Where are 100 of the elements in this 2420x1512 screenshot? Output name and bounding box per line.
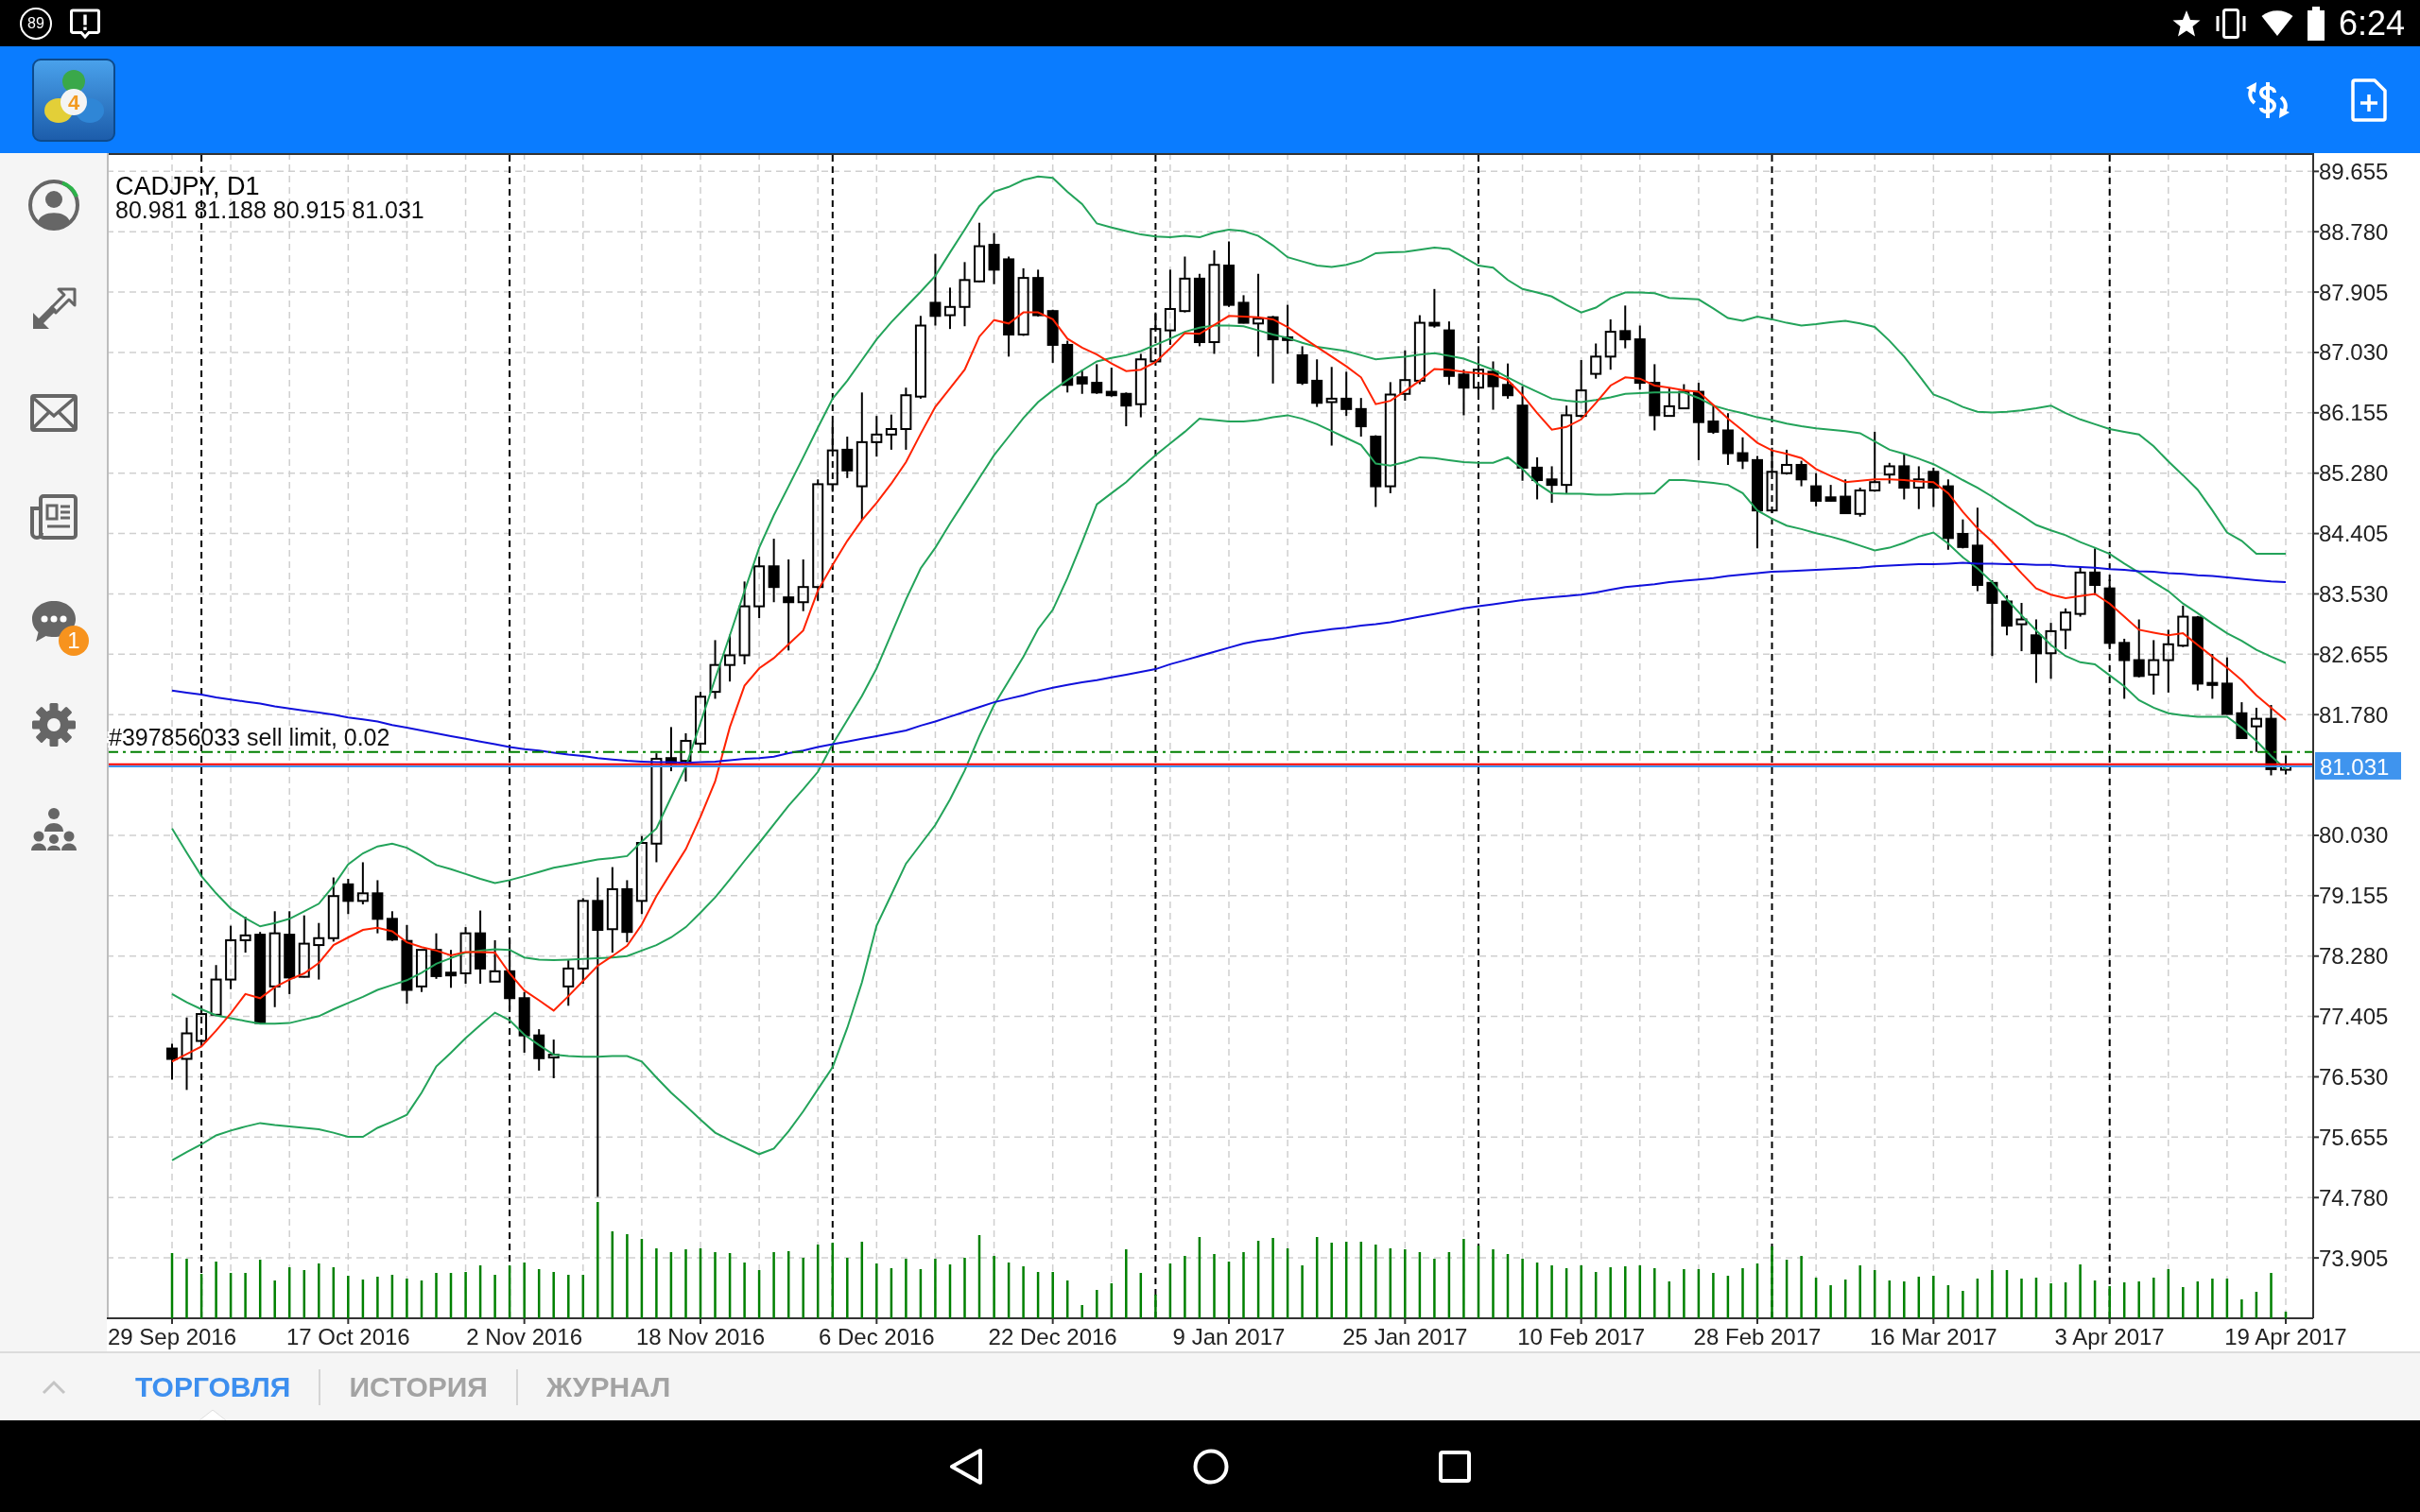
candlestick — [974, 221, 986, 284]
settings-icon[interactable] — [30, 702, 77, 747]
back-icon[interactable] — [949, 1447, 983, 1486]
candlestick — [1575, 359, 1587, 419]
candlestick — [1781, 448, 1793, 476]
candlestick — [1531, 455, 1544, 501]
date-axis-label: 28 Feb 2017 — [1693, 1324, 1822, 1349]
candlestick — [1957, 518, 1969, 550]
user-circle-icon[interactable] — [26, 179, 80, 232]
newspaper-icon[interactable] — [28, 493, 78, 541]
bottom-tab[interactable]: ЖУРНАЛ — [517, 1353, 700, 1420]
candlestick — [1062, 339, 1074, 394]
date-axis-label: 10 Feb 2017 — [1517, 1324, 1646, 1349]
candlestick — [313, 921, 325, 981]
price-axis-label: 84.405 — [2319, 521, 2389, 547]
candlestick — [1091, 363, 1103, 395]
candlestick — [2280, 754, 2291, 776]
price-axis-label: 82.655 — [2319, 641, 2389, 667]
candlestick — [1428, 287, 1441, 329]
candlestick — [1883, 461, 1895, 485]
candlestick — [547, 1039, 560, 1079]
mail-icon[interactable] — [29, 394, 78, 432]
candlestick — [1458, 369, 1470, 417]
order-label: #397856033 sell limit, 0.02 — [109, 723, 390, 750]
price-axis-label: 74.780 — [2319, 1184, 2389, 1211]
candlestick — [753, 556, 766, 620]
candlestick — [1105, 367, 1117, 398]
candlestick — [2060, 607, 2072, 650]
candlestick — [1150, 311, 1162, 364]
candlestick — [2206, 653, 2219, 700]
candlestick — [1046, 308, 1059, 364]
candlestick — [2015, 601, 2028, 653]
candlestick — [1179, 255, 1191, 314]
candlestick — [1663, 387, 1675, 418]
candlestick — [1223, 240, 1235, 308]
candlestick — [988, 232, 1000, 285]
price-axis-label: 80.030 — [2319, 822, 2389, 849]
candlestick — [1824, 484, 1837, 503]
candlestick — [239, 916, 251, 954]
candlestick — [2000, 593, 2013, 637]
home-icon[interactable] — [1193, 1448, 1229, 1485]
candlestick — [1707, 404, 1720, 436]
candlestick — [2162, 628, 2174, 694]
candlestick — [1869, 430, 1881, 493]
candlestick — [709, 639, 721, 700]
candlestick — [1810, 472, 1823, 507]
candlestick — [1472, 345, 1484, 401]
candlestick — [2221, 656, 2233, 716]
chart-title: CADJPY, D1 — [115, 172, 260, 200]
candlestick — [1898, 453, 1910, 501]
candlestick — [665, 726, 677, 773]
candlestick — [1590, 342, 1602, 380]
date-axis-label: 3 Apr 2017 — [2054, 1324, 2165, 1349]
candlestick — [1311, 358, 1323, 408]
people-group-icon[interactable] — [29, 806, 78, 851]
recents-icon[interactable] — [1439, 1450, 1471, 1483]
candlestick — [1737, 436, 1749, 471]
alert-icon — [69, 7, 101, 40]
candlestick — [1678, 383, 1690, 410]
candlestick — [445, 949, 458, 989]
candlestick — [327, 876, 339, 943]
app-logo-icon[interactable]: 4 — [32, 58, 115, 142]
candlestick — [885, 413, 897, 451]
candlestick — [1502, 362, 1514, 400]
candlestick — [680, 731, 692, 783]
date-axis-label: 22 Dec 2016 — [988, 1324, 1117, 1349]
candlestick — [1927, 466, 1940, 508]
candlestick — [1076, 369, 1088, 395]
candlestick — [1282, 303, 1294, 355]
diagonal-arrows-icon[interactable] — [30, 287, 77, 331]
date-axis-label: 2 Nov 2016 — [466, 1324, 583, 1349]
new-document-icon[interactable] — [2350, 77, 2388, 122]
candlestick — [2074, 566, 2086, 618]
candlestick — [1854, 487, 1866, 518]
clock-time: 6:24 — [2338, 4, 2405, 43]
price-axis-label: 88.780 — [2319, 218, 2389, 245]
bottom-tab[interactable]: ТОРГОВЛЯ — [107, 1353, 320, 1420]
candlestick — [2133, 618, 2145, 679]
candlestick — [342, 878, 354, 916]
candlestick — [166, 1042, 178, 1081]
candlestick — [2250, 706, 2262, 753]
candlestick — [1912, 465, 1925, 510]
candlestick — [841, 436, 854, 479]
candlestick — [356, 861, 369, 905]
candlestick — [518, 990, 530, 1054]
candlestick — [1487, 360, 1499, 411]
candlestick — [2045, 622, 2057, 680]
bottom-tab[interactable]: ИСТОРИЯ — [320, 1353, 516, 1420]
candlestick — [1604, 318, 1616, 371]
candlestick — [430, 932, 442, 980]
candlestick — [386, 910, 398, 942]
candlestick — [196, 1005, 208, 1045]
candlestick — [1546, 465, 1558, 505]
candlestick — [2236, 701, 2248, 740]
star-icon — [2171, 9, 2201, 38]
candlestick — [695, 691, 706, 752]
ref-line-label: 81.031 — [2320, 753, 2390, 780]
candlestick — [1120, 391, 1132, 428]
candlestick — [1443, 320, 1455, 387]
candlestick — [210, 964, 222, 1018]
